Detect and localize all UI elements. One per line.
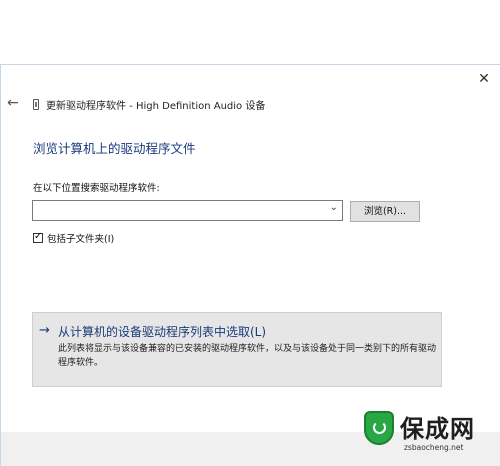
chevron-down-icon[interactable]: ⌄ bbox=[330, 202, 338, 213]
background-top bbox=[0, 0, 500, 64]
watermark-url: zsbaocheng.net bbox=[404, 443, 464, 452]
shield-logo-icon bbox=[364, 411, 394, 445]
window-title: 更新驱动程序软件 - High Definition Audio 设备 bbox=[46, 101, 266, 112]
site-watermark: 保成网 zsbaocheng.net bbox=[352, 397, 500, 466]
pick-from-list-title: 从计算机的设备驱动程序列表中选取(L) bbox=[58, 325, 267, 339]
back-arrow-icon[interactable]: ← bbox=[7, 95, 19, 111]
watermark-brand: 保成网 bbox=[400, 415, 475, 443]
include-subfolders-option[interactable]: ✓ 包括子文件夹(I) bbox=[33, 231, 114, 245]
browse-button[interactable]: 浏览(R)... bbox=[350, 201, 420, 222]
include-subfolders-label: 包括子文件夹(I) bbox=[47, 234, 115, 245]
path-combobox[interactable]: ⌄ bbox=[32, 200, 343, 221]
page-heading: 浏览计算机上的驱动程序文件 bbox=[33, 141, 196, 156]
device-icon bbox=[33, 99, 39, 110]
search-location-label: 在以下位置搜索驱动程序软件: bbox=[33, 183, 160, 194]
close-icon[interactable]: ✕ bbox=[474, 69, 494, 89]
arrow-right-icon: → bbox=[39, 323, 50, 338]
window-title-row: 更新驱动程序软件 - High Definition Audio 设备 bbox=[33, 97, 265, 112]
checkmark-icon: ✓ bbox=[34, 231, 43, 242]
pick-from-list-option[interactable]: → 从计算机的设备驱动程序列表中选取(L) 此列表将显示与该设备兼容的已安装的驱… bbox=[32, 312, 442, 387]
include-subfolders-checkbox[interactable]: ✓ bbox=[33, 231, 43, 243]
pick-from-list-description: 此列表将显示与该设备兼容的已安装的驱动程序软件，以及与该设备处于同一类别下的所有… bbox=[58, 344, 437, 368]
